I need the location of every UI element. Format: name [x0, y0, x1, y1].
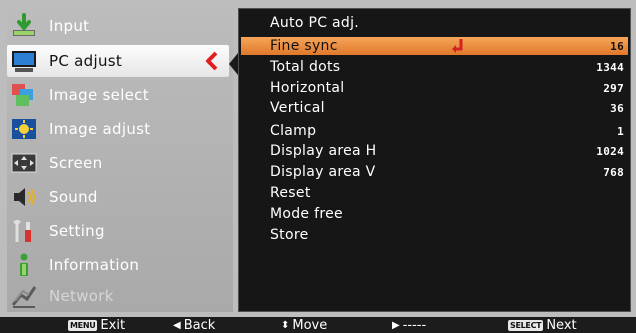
menu-item-label: Input [49, 17, 90, 35]
next-label: Next [546, 317, 577, 333]
forward-hint: ▶ ----- [392, 317, 426, 333]
menu-item-label: Sound [49, 188, 98, 206]
network-icon [11, 283, 37, 309]
submenu-item-vertical[interactable]: Vertical 36 [241, 99, 628, 117]
image-adjust-icon [11, 116, 37, 142]
adjust-arrow-icon [451, 38, 465, 54]
menu-item-image-select[interactable]: Image select [7, 79, 233, 111]
submenu-item-value: 768 [603, 165, 624, 179]
submenu-item-label: Total dots [270, 59, 341, 75]
right-arrow-icon: ▶ [392, 319, 400, 331]
submenu-item-label: Mode free [270, 206, 343, 222]
menu-key-icon: MENU [68, 319, 98, 331]
menu-item-label: Screen [49, 154, 103, 172]
submenu-item-total-dots[interactable]: Total dots 1344 [241, 58, 628, 76]
submenu-item-value: 1024 [596, 144, 624, 158]
back-hint: ◀ Back [173, 317, 215, 333]
menu-item-label: Setting [49, 222, 105, 240]
main-menu: Input PC adjust Image select Image adjus… [7, 8, 233, 312]
menu-item-setting[interactable]: Setting [7, 215, 233, 247]
submenu-item-mode-free[interactable]: Mode free [241, 205, 628, 223]
submenu-item-label: Display area V [270, 164, 376, 180]
next-hint: SELECT Next [508, 317, 577, 333]
image-select-icon [11, 82, 37, 108]
submenu-item-display-area-v[interactable]: Display area V 768 [241, 163, 628, 181]
submenu-item-label: Clamp [270, 123, 317, 139]
submenu-panel: Auto PC adj. Fine sync 16 Total dots 134… [238, 8, 631, 312]
submenu-item-value: 36 [610, 101, 624, 115]
menu-connector [229, 53, 238, 75]
submenu-item-display-area-h[interactable]: Display area H 1024 [241, 142, 628, 160]
left-arrow-icon: ◀ [173, 319, 181, 331]
input-icon [11, 13, 37, 39]
menu-item-information[interactable]: Information [7, 249, 233, 281]
information-icon [11, 252, 37, 278]
sound-icon [11, 184, 37, 210]
menu-item-input[interactable]: Input [7, 10, 233, 42]
submenu-item-value: 297 [603, 81, 624, 95]
screen-icon [11, 150, 37, 176]
submenu-item-clamp[interactable]: Clamp 1 [241, 122, 628, 140]
submenu-item-auto-pc-adj[interactable]: Auto PC adj. [241, 14, 628, 32]
menu-item-pc-adjust[interactable]: PC adjust [7, 45, 229, 77]
submenu-item-reset[interactable]: Reset [241, 184, 628, 202]
move-label: Move [292, 317, 328, 333]
menu-item-sound[interactable]: Sound [7, 181, 233, 213]
menu-item-label: Image select [49, 86, 149, 104]
menu-item-label: Network [49, 287, 114, 305]
submenu-item-label: Horizontal [270, 80, 345, 96]
submenu-item-fine-sync[interactable]: Fine sync 16 [241, 37, 628, 55]
move-hint: ⬍ Move [281, 317, 327, 333]
submenu-item-label: Reset [270, 185, 311, 201]
setting-icon [11, 218, 37, 244]
menu-item-network[interactable]: Network [7, 280, 233, 312]
submenu-item-label: Vertical [270, 100, 325, 116]
up-down-arrow-icon: ⬍ [281, 319, 290, 331]
submenu-item-label: Auto PC adj. [270, 15, 360, 31]
menu-item-label: Image adjust [49, 120, 151, 138]
exit-label: Exit [100, 317, 126, 333]
select-key-icon: SELECT [508, 319, 544, 331]
pc-adjust-icon [11, 48, 37, 74]
menu-item-screen[interactable]: Screen [7, 147, 233, 179]
selected-arrow-icon [205, 51, 219, 71]
key-guide-bar: MENU Exit ◀ Back ⬍ Move ▶ ----- SELECT N… [0, 317, 636, 333]
submenu-item-store[interactable]: Store [241, 226, 628, 244]
exit-hint: MENU Exit [68, 317, 125, 333]
submenu-item-value: 16 [610, 39, 624, 53]
submenu-item-label: Display area H [270, 143, 377, 159]
forward-label: ----- [402, 317, 427, 333]
submenu-item-value: 1344 [596, 60, 624, 74]
osd-menu: Input PC adjust Image select Image adjus… [0, 0, 636, 333]
submenu-item-value: 1 [617, 124, 624, 138]
submenu-item-label: Fine sync [270, 38, 338, 54]
submenu-item-horizontal[interactable]: Horizontal 297 [241, 79, 628, 97]
menu-item-image-adjust[interactable]: Image adjust [7, 113, 233, 145]
menu-item-label: PC adjust [49, 52, 123, 70]
submenu-item-label: Store [270, 227, 309, 243]
back-label: Back [183, 317, 216, 333]
menu-item-label: Information [49, 256, 140, 274]
